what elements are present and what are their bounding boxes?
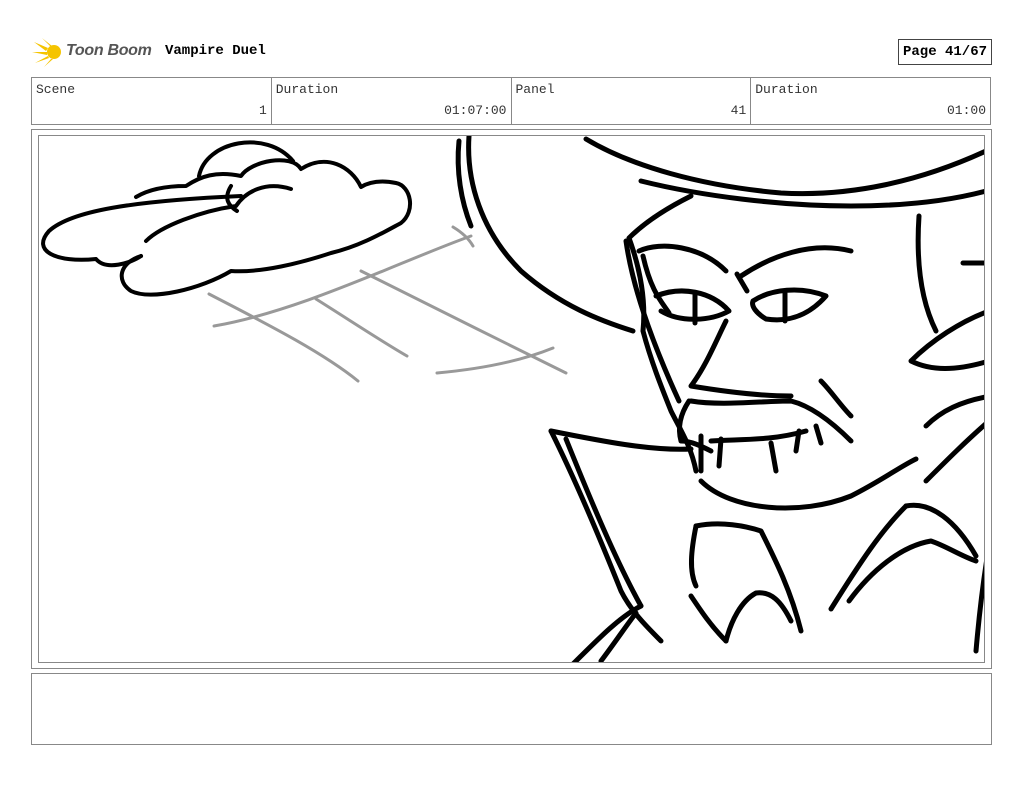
scene-duration-label: Duration bbox=[275, 82, 339, 97]
vampire-character bbox=[455, 136, 984, 662]
scene-duration-cell: Duration 01:07:00 bbox=[272, 78, 512, 124]
sun-comet-icon bbox=[32, 38, 61, 67]
panel-info-row: Scene 1 Duration 01:07:00 Panel 41 Durat… bbox=[31, 77, 991, 125]
logo-text: Toon Boom bbox=[66, 42, 152, 59]
storyboard-header: Toon Boom Vampire Duel Page 41/67 bbox=[32, 36, 992, 68]
panel-duration-value: 01:00 bbox=[946, 103, 986, 118]
page-indicator: Page 41/67 bbox=[897, 39, 992, 65]
storyboard-panel bbox=[31, 129, 992, 669]
vampire-sketch bbox=[41, 136, 984, 662]
scene-duration-value: 01:07:00 bbox=[444, 103, 507, 118]
storyboard-title: Vampire Duel bbox=[165, 43, 266, 59]
motion-lines bbox=[207, 225, 568, 383]
scene-cell: Scene 1 bbox=[32, 78, 272, 124]
panel-cell: Panel 41 bbox=[512, 78, 752, 124]
panel-label: Panel bbox=[515, 82, 555, 97]
toon-boom-logo: Toon Boom bbox=[32, 36, 157, 68]
scene-value: 1 bbox=[258, 103, 267, 118]
cloud-drawing bbox=[41, 140, 412, 297]
panel-notes[interactable] bbox=[31, 673, 992, 745]
panel-value: 41 bbox=[730, 103, 747, 118]
scene-label: Scene bbox=[36, 82, 76, 97]
panel-duration-label: Duration bbox=[755, 82, 818, 97]
panel-duration-cell: Duration 01:00 bbox=[751, 78, 990, 124]
panel-drawing-area bbox=[38, 135, 985, 663]
